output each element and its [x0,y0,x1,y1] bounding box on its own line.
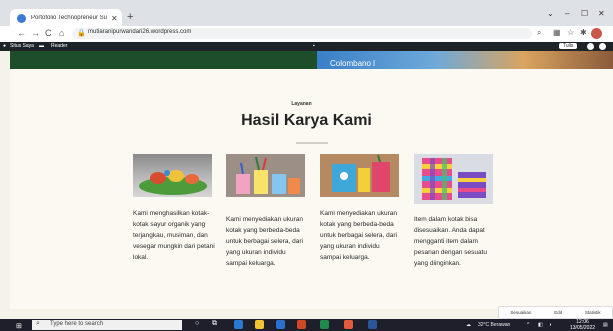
wp-admin-bar: ● Situs Saya ▬ Reader ▪ Tulis [0,42,613,51]
minimize-button[interactable]: – [565,9,569,18]
edit-button[interactable]: Edit [554,310,562,315]
write-button[interactable]: Tulis [559,43,578,49]
section-eyebrow: Layanan [291,101,312,107]
colorful-pencil-holders-photo [236,156,300,194]
divider [296,142,328,144]
search-icon: ⌕ [36,320,40,327]
tray-chevron-icon[interactable]: ^ [527,322,529,328]
craft-pencil-box-photo [320,154,399,197]
my-site-link[interactable]: Situs Saya [10,43,34,49]
clay-turtle-photo [139,170,207,195]
maximize-button[interactable]: ☐ [581,9,588,18]
edge-icon[interactable] [234,320,243,329]
word-icon[interactable] [368,320,377,329]
windows-start-icon[interactable]: ⊞ [16,322,22,330]
hero-banner: Colombano l [10,51,613,69]
url-text: mutiaranipurwandari26.wordpress.com [88,29,192,35]
bookmark-star-icon[interactable]: ☆ [567,28,574,37]
close-window-button[interactable]: ✕ [598,9,605,18]
cortana-icon[interactable]: ○ [195,320,204,329]
browser-tab[interactable]: Portofolio Technopreneur Suru ✕ [10,9,122,27]
card-text-2: Kami menyediakan ukuran kotak yang berbe… [226,216,303,267]
search-icon[interactable]: ▪ [313,43,315,49]
card-text-3: Kami menyediakan ukuran kotak yang berbe… [320,210,397,261]
excel-icon[interactable] [320,320,329,329]
store-icon[interactable] [276,320,285,329]
powerpoint-icon[interactable] [297,320,306,329]
section-title: Hasil Karya Kami [241,112,372,129]
address-bar[interactable]: 🔒 mutiaranipurwandari26.wordpress.com [72,28,532,39]
card-image-4 [414,154,493,204]
back-button[interactable]: ← [17,28,26,38]
reader-link[interactable]: Reader [51,43,67,49]
network-icon[interactable]: ◧ [538,322,543,328]
card-image-1 [133,154,212,197]
chrome-icon[interactable] [344,320,353,329]
file-explorer-icon[interactable] [255,320,264,329]
card-image-3 [320,154,399,197]
taskbar-search-placeholder: Type here to search [50,321,104,327]
clock-date: 13/05/2022 [570,325,596,331]
home-button[interactable]: ⌂ [59,28,64,38]
reload-button[interactable]: C [45,28,52,38]
chevron-down-icon[interactable]: ⌄ [547,9,554,18]
card-text-4: Item dalam kotak bisa disesuaikan. Anda … [414,216,488,267]
taskbar-search[interactable]: ⌕ Type here to search [32,320,182,330]
new-tab-button[interactable]: + [127,11,133,23]
tab-title: Portofolio Technopreneur Suru [31,15,107,21]
close-tab-icon[interactable]: ✕ [111,14,118,23]
notifications-icon[interactable] [599,43,606,50]
lock-icon: 🔒 [77,30,86,37]
user-avatar[interactable] [587,43,594,50]
card-text-1: Kami menghasilkan kotak-kotak sayur orga… [133,210,215,261]
card-image-2 [226,154,305,197]
reader-icon: ▬ [39,43,44,49]
forward-button[interactable]: → [31,28,40,38]
tab-grid-icon[interactable]: ▦ [553,28,561,37]
task-view-icon[interactable]: ⧉ [212,320,221,329]
floating-edit-toolbar: Sesuaikan Edit Statistik [498,306,613,319]
stats-button[interactable]: Statistik [585,310,601,315]
profile-avatar[interactable] [591,28,602,39]
taskbar-clock[interactable]: 12:06 13/05/2022 [570,319,595,331]
weather-text[interactable]: 32°C Berawan [478,322,510,328]
extensions-icon[interactable]: ✱ [580,28,587,37]
volume-icon[interactable]: ◗ [549,322,552,328]
search-icon[interactable]: ⌕ [537,28,541,38]
notification-center-icon[interactable]: ▤ [603,322,608,328]
customize-button[interactable]: Sesuaikan [510,310,531,315]
woven-paper-box-photo [422,158,486,200]
wordpress-icon [17,13,26,23]
hero-text: Colombano l [330,59,375,68]
wordpress-logo-icon[interactable]: ● [3,43,6,49]
weather-icon[interactable]: ☁ [466,322,471,328]
